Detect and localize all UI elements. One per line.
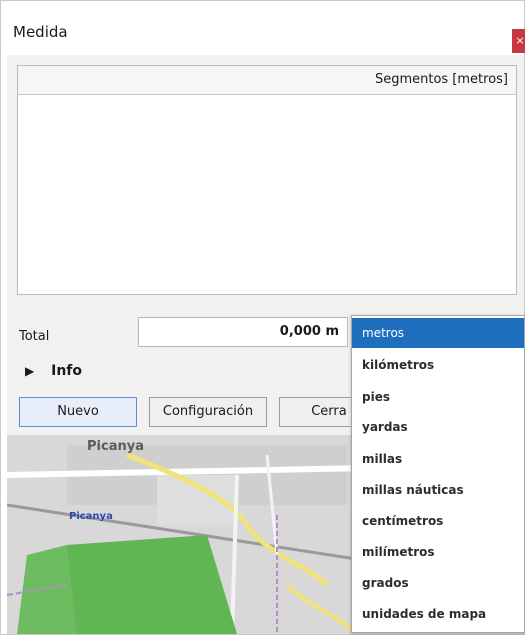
map-place-label: Picanya bbox=[69, 511, 113, 522]
new-button[interactable]: Nuevo bbox=[19, 397, 137, 427]
segments-table: Segmentos [metros] bbox=[17, 65, 517, 295]
units-dropdown-list: metros kilómetros pies yardas millas mil… bbox=[351, 315, 525, 633]
map-place-label: Picanya bbox=[87, 439, 144, 454]
unit-option-metros[interactable]: metros bbox=[352, 318, 524, 348]
unit-option-unidades-de-mapa[interactable]: unidades de mapa bbox=[352, 599, 524, 629]
unit-option-millas-nauticas[interactable]: millas náuticas bbox=[352, 475, 524, 505]
configuration-button[interactable]: Configuración bbox=[149, 397, 267, 427]
close-icon[interactable]: × bbox=[512, 29, 525, 53]
unit-option-yardas[interactable]: yardas bbox=[352, 412, 524, 442]
unit-option-milimetros[interactable]: milímetros bbox=[352, 537, 524, 567]
info-label: Info bbox=[51, 363, 82, 379]
measure-window: Medida × Segmentos [metros] Total 0,000 … bbox=[0, 0, 525, 635]
unit-option-millas[interactable]: millas bbox=[352, 444, 524, 474]
total-label: Total bbox=[19, 329, 50, 344]
unit-option-kilometros[interactable]: kilómetros bbox=[352, 350, 524, 380]
unit-option-grados[interactable]: grados bbox=[352, 568, 524, 598]
window-titlebar: Medida × bbox=[7, 11, 525, 55]
expand-arrow-icon: ▶ bbox=[25, 364, 35, 378]
window-title: Medida bbox=[13, 23, 68, 41]
unit-option-centimetros[interactable]: centímetros bbox=[352, 506, 524, 536]
unit-option-pies[interactable]: pies bbox=[352, 382, 524, 412]
info-expander[interactable]: ▶ Info bbox=[25, 363, 82, 379]
total-value-field: 0,000 m bbox=[138, 317, 348, 347]
segments-column-header[interactable]: Segmentos [metros] bbox=[18, 66, 516, 95]
